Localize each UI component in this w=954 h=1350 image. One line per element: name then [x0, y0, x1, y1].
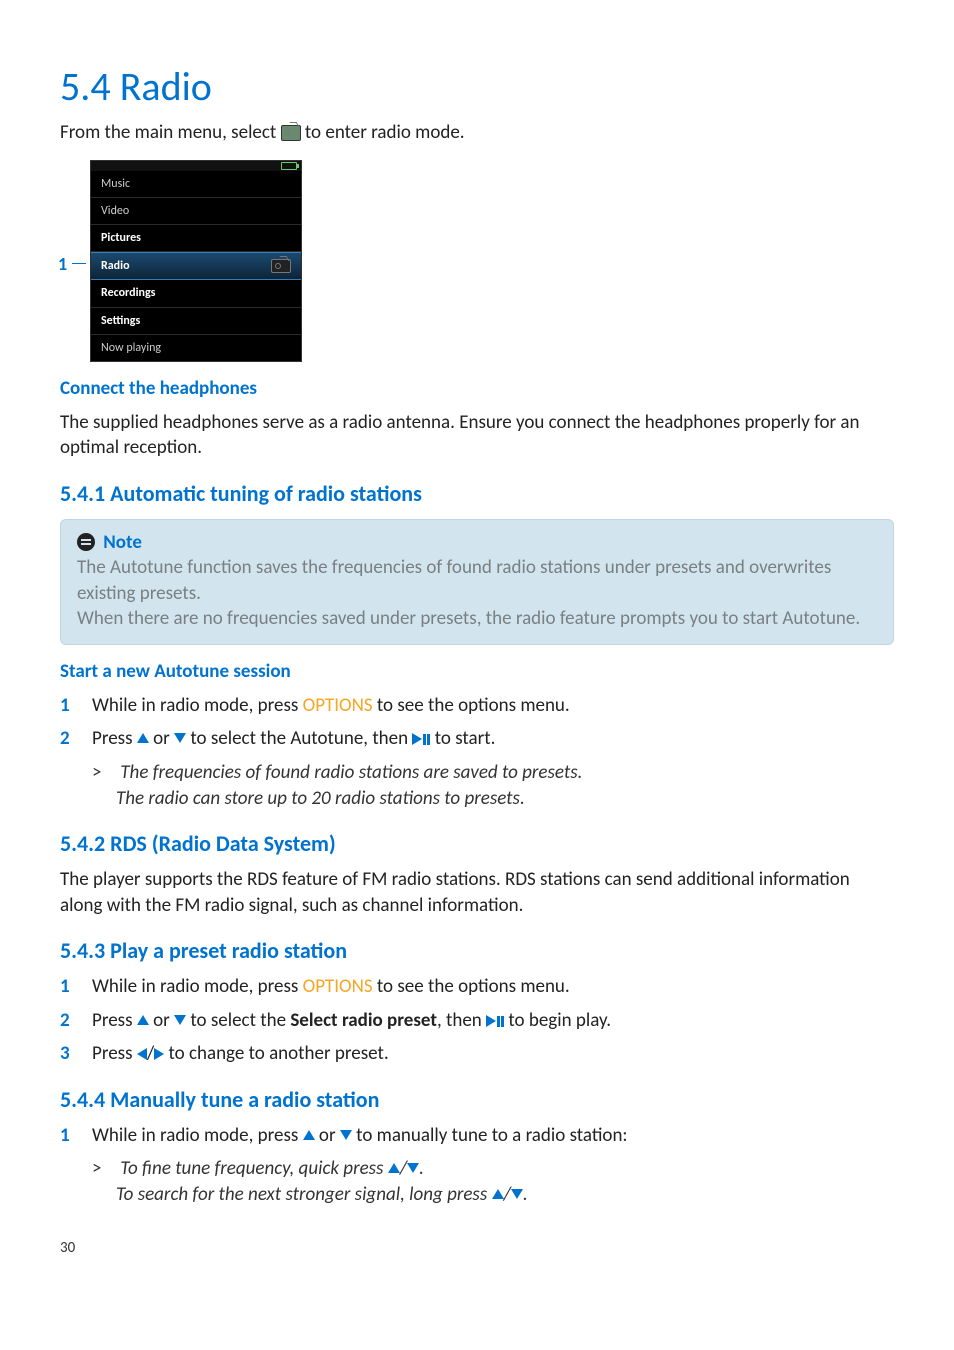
menu-item-recordings: Recordings	[91, 280, 301, 307]
connect-body: The supplied headphones serve as a radio…	[60, 410, 894, 461]
step: 1 While in radio mode, press OPTIONS to …	[60, 974, 894, 1000]
menu-item-nowplaying: Now playing	[91, 335, 301, 361]
note-box: Note The Autotune function saves the fre…	[60, 519, 894, 646]
step: 1 While in radio mode, press or to manua…	[60, 1123, 894, 1149]
note-label: Note	[103, 531, 142, 554]
menu-item-settings: Settings	[91, 308, 301, 335]
step-number: 1	[60, 693, 92, 719]
play-pause-icon	[486, 1008, 504, 1034]
result: > The frequencies of found radio station…	[116, 760, 894, 811]
step-number: 3	[60, 1041, 92, 1067]
step-number: 1	[60, 1123, 92, 1149]
steps-541: 1 While in radio mode, press OPTIONS to …	[60, 693, 894, 752]
up-icon	[388, 1163, 400, 1173]
menu-item-music: Music	[91, 171, 301, 198]
left-icon	[137, 1048, 147, 1060]
heading-542: 5.4.2 RDS (Radio Data System)	[60, 829, 894, 859]
step-body: While in radio mode, press or to manuall…	[92, 1123, 894, 1149]
text: to enter radio mode.	[305, 121, 465, 144]
step: 2 Press or to select the Select radio pr…	[60, 1008, 894, 1034]
step: 3 Press / to change to another preset.	[60, 1041, 894, 1067]
down-icon	[174, 1015, 186, 1025]
step-number: 2	[60, 726, 92, 752]
note-body: When there are no frequencies saved unde…	[77, 606, 877, 632]
down-icon	[174, 733, 186, 743]
steps-544: 1 While in radio mode, press or to manua…	[60, 1123, 894, 1149]
up-icon	[137, 733, 149, 743]
up-icon	[492, 1189, 504, 1199]
note-icon	[77, 533, 95, 551]
text: From the main menu, select	[60, 121, 281, 144]
connect-heading: Connect the headphones	[60, 376, 894, 402]
step-body: Press or to select the Autotune, then to…	[92, 726, 894, 752]
section-title: 5.4 Radio	[60, 60, 894, 114]
steps-543: 1 While in radio mode, press OPTIONS to …	[60, 974, 894, 1067]
menu-item-video: Video	[91, 198, 301, 225]
heading-543: 5.4.3 Play a preset radio station	[60, 936, 894, 966]
down-icon	[511, 1189, 523, 1199]
heading-544: 5.4.4 Manually tune a radio station	[60, 1085, 894, 1115]
radio-icon	[271, 259, 291, 273]
menu-item-pictures: Pictures	[91, 225, 301, 252]
up-icon	[303, 1130, 315, 1140]
intro-text: From the main menu, select to enter radi…	[60, 120, 894, 146]
down-icon	[340, 1130, 352, 1140]
step-body: Press / to change to another preset.	[92, 1041, 894, 1067]
battery-icon	[281, 162, 297, 170]
menu-item-radio: Radio	[91, 252, 301, 280]
options-key: OPTIONS	[303, 694, 373, 717]
callout-1: 1	[58, 252, 67, 276]
play-pause-icon	[412, 726, 430, 752]
options-key: OPTIONS	[303, 975, 373, 998]
body-542: The player supports the RDS feature of F…	[60, 867, 894, 918]
menu-screenshot: 1 Music Video Pictures Radio Recordings …	[60, 160, 894, 362]
result: > To fine tune frequency, quick press /.…	[116, 1156, 894, 1207]
bold-text: Select radio preset	[290, 1009, 437, 1032]
right-icon	[154, 1048, 164, 1060]
step: 2 Press or to select the Autotune, then …	[60, 726, 894, 752]
step-body: While in radio mode, press OPTIONS to se…	[92, 974, 894, 1000]
step-body: While in radio mode, press OPTIONS to se…	[92, 693, 894, 719]
heading-541: 5.4.1 Automatic tuning of radio stations	[60, 479, 894, 509]
note-body: The Autotune function saves the frequenc…	[77, 555, 877, 606]
step-number: 1	[60, 974, 92, 1000]
step-number: 2	[60, 1008, 92, 1034]
up-icon	[137, 1015, 149, 1025]
radio-icon	[281, 125, 301, 141]
step-body: Press or to select the Select radio pres…	[92, 1008, 894, 1034]
page-number: 30	[60, 1238, 894, 1258]
start-autotune-heading: Start a new Autotune session	[60, 659, 894, 685]
step: 1 While in radio mode, press OPTIONS to …	[60, 693, 894, 719]
device-menu: Music Video Pictures Radio Recordings Se…	[90, 160, 302, 362]
status-bar	[91, 161, 301, 171]
down-icon	[407, 1163, 419, 1173]
